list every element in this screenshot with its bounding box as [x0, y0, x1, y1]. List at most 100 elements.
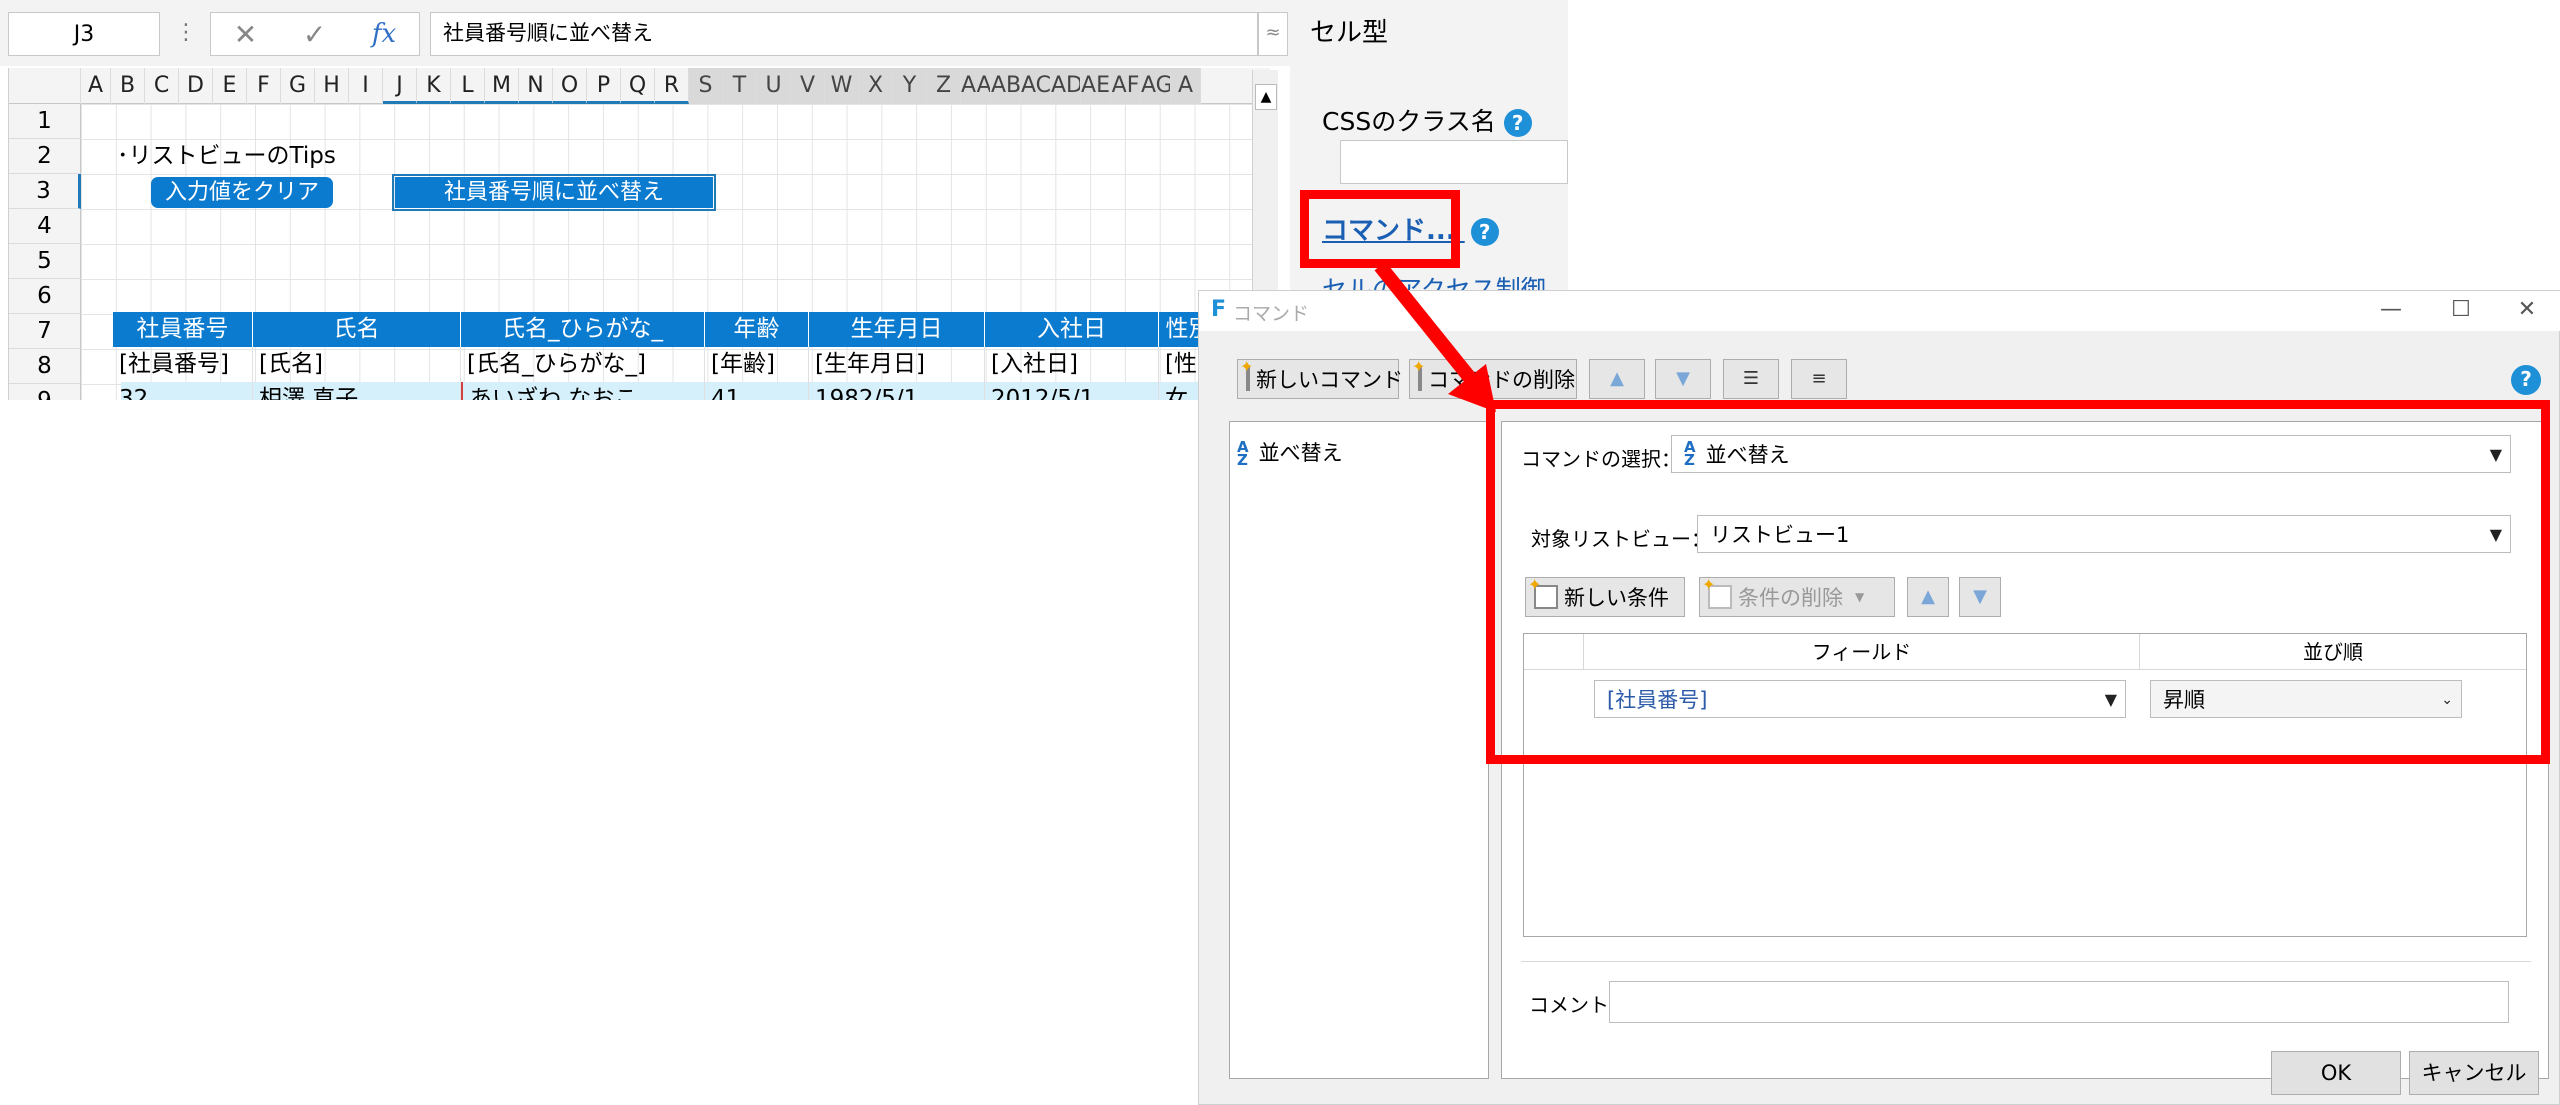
panel-title: セル型 — [1310, 18, 1389, 48]
list-view-column-header[interactable]: 氏名 — [253, 312, 461, 347]
column-header[interactable]: Z — [927, 68, 961, 104]
column-header[interactable]: R — [655, 68, 689, 104]
dialog-titlebar: F コマンド — ☐ ✕ — [1199, 291, 2560, 331]
column-header[interactable]: C — [145, 68, 179, 104]
list-view-field-cell[interactable]: [入社日] — [985, 347, 1159, 382]
new-command-button[interactable]: 新しいコマンド — [1237, 357, 1403, 399]
list-view-column-header[interactable]: 生年月日 — [809, 312, 985, 347]
column-header[interactable]: AF — [1111, 68, 1141, 104]
column-header[interactable]: AG — [1141, 68, 1171, 104]
list-view-field-cell[interactable]: [氏名_ひらがな_] — [461, 347, 705, 382]
column-header[interactable]: H — [315, 68, 349, 104]
row-header[interactable]: 4 — [9, 209, 81, 244]
list-view-field-cell[interactable]: [年齢] — [705, 347, 809, 382]
list-view-cell[interactable]: あいざわ なおこ — [461, 382, 705, 400]
cancel-button[interactable]: キャンセル — [2409, 1051, 2539, 1095]
list-view-column-header[interactable]: 社員番号 — [113, 312, 253, 347]
row-header[interactable]: 9 — [9, 384, 81, 400]
column-header[interactable]: A — [1171, 68, 1201, 104]
help-icon[interactable]: ? — [1470, 218, 1499, 246]
column-header[interactable]: T — [723, 68, 757, 104]
column-header[interactable]: V — [791, 68, 825, 104]
column-header[interactable]: F — [247, 68, 281, 104]
column-header[interactable]: S — [689, 68, 723, 104]
column-header[interactable]: K — [417, 68, 451, 104]
formula-input[interactable]: 社員番号順に並べ替え — [430, 12, 1258, 56]
move-down-icon[interactable]: ▼ — [1655, 359, 1711, 399]
column-header[interactable]: D — [179, 68, 213, 104]
fx-icon[interactable]: fx — [372, 19, 396, 49]
css-class-input[interactable] — [1340, 140, 1568, 184]
column-header[interactable]: M — [485, 68, 519, 104]
column-header[interactable]: O — [553, 68, 587, 104]
column-header[interactable]: U — [757, 68, 791, 104]
column-header[interactable]: L — [451, 68, 485, 104]
close-icon[interactable]: ✕ — [2497, 293, 2557, 327]
help-icon[interactable]: ? — [1503, 109, 1532, 137]
row-header[interactable]: 8 — [9, 349, 81, 384]
comment-label: コメント — [1529, 993, 1609, 1017]
column-header[interactable]: P — [587, 68, 621, 104]
move-up-icon[interactable]: ▲ — [1589, 359, 1645, 399]
list-view-column-header[interactable]: 年齢 — [705, 312, 809, 347]
command-list-item[interactable]: A Z 並べ替え — [1237, 437, 1343, 468]
column-header[interactable]: AC — [1021, 68, 1051, 104]
maximize-icon[interactable]: ☐ — [2431, 293, 2491, 327]
row-header[interactable]: 2 — [9, 139, 81, 174]
delete-item-icon — [1412, 357, 1425, 391]
list-view-cell[interactable]: 32 — [113, 382, 253, 400]
cancel-icon[interactable]: ✕ — [234, 18, 257, 51]
new-command-label: 新しいコマンド — [1256, 368, 1403, 392]
help-icon[interactable]: ? — [2511, 365, 2541, 395]
row-header[interactable]: 3 — [9, 174, 81, 209]
row-header[interactable]: 5 — [9, 244, 81, 279]
ok-button[interactable]: OK — [2271, 1051, 2401, 1095]
column-header[interactable]: J — [383, 68, 417, 104]
select-all-corner[interactable] — [9, 68, 81, 104]
sort-by-employee-id-button[interactable]: 社員番号順に並べ替え — [392, 174, 716, 211]
column-header[interactable]: AE — [1081, 68, 1111, 104]
worksheet-grid[interactable]: A B C D E F G H I J K L M N O P Q R S T U V W X Y Z AA AB AC AD AE AF AG… — [8, 68, 1270, 400]
check-icon[interactable]: ✓ — [303, 18, 326, 51]
column-header[interactable]: AB — [991, 68, 1021, 104]
command-list-item-label: 並べ替え — [1258, 441, 1343, 465]
delete-command-label: コマンドの削除 — [1428, 368, 1575, 392]
row-header[interactable]: 6 — [9, 279, 81, 314]
divider — [1521, 961, 2531, 962]
column-header[interactable]: B — [111, 68, 145, 104]
comment-input[interactable] — [1609, 981, 2509, 1023]
command-list[interactable] — [1229, 421, 1489, 1079]
column-header[interactable]: E — [213, 68, 247, 104]
column-header[interactable]: Y — [893, 68, 927, 104]
row-header[interactable]: 1 — [9, 104, 81, 139]
column-header[interactable]: AD — [1051, 68, 1081, 104]
name-box[interactable]: J3 — [8, 12, 160, 56]
column-header[interactable]: A — [81, 68, 111, 104]
highlight-box-sort-settings — [1486, 400, 2550, 764]
list-view-cell[interactable]: 41 — [705, 382, 809, 400]
column-header[interactable]: W — [825, 68, 859, 104]
minimize-icon[interactable]: — — [2361, 293, 2421, 327]
list-view-field-cell[interactable]: [生年月日] — [809, 347, 985, 382]
row-header[interactable]: 7 — [9, 314, 81, 349]
formula-bar-separator: ⋮ — [175, 20, 197, 45]
collapse-all-icon[interactable]: ≡ — [1791, 359, 1847, 399]
list-view-column-header[interactable]: 氏名_ひらがな_ — [461, 312, 705, 347]
list-view-column-header[interactable]: 入社日 — [985, 312, 1159, 347]
list-view-field-cell[interactable]: [氏名] — [253, 347, 461, 382]
delete-command-button[interactable]: コマンドの削除 — [1409, 357, 1577, 399]
list-view-field-cell[interactable]: [社員番号] — [113, 347, 253, 382]
scroll-up-icon[interactable]: ▲ — [1255, 84, 1277, 110]
column-header[interactable]: I — [349, 68, 383, 104]
expand-formula-icon[interactable]: ≈ — [1258, 12, 1288, 56]
list-view-cell[interactable]: 相澤 直子 — [253, 382, 461, 400]
list-view-cell[interactable]: 1982/5/1 — [809, 382, 985, 400]
expand-all-icon[interactable]: ☰ — [1723, 359, 1779, 399]
column-header[interactable]: G — [281, 68, 315, 104]
column-header[interactable]: Q — [621, 68, 655, 104]
column-header[interactable]: X — [859, 68, 893, 104]
list-view-cell[interactable]: 2012/5/1 — [985, 382, 1159, 400]
column-header[interactable]: N — [519, 68, 553, 104]
clear-input-button[interactable]: 入力値をクリア — [151, 177, 333, 208]
column-header[interactable]: AA — [961, 68, 991, 104]
